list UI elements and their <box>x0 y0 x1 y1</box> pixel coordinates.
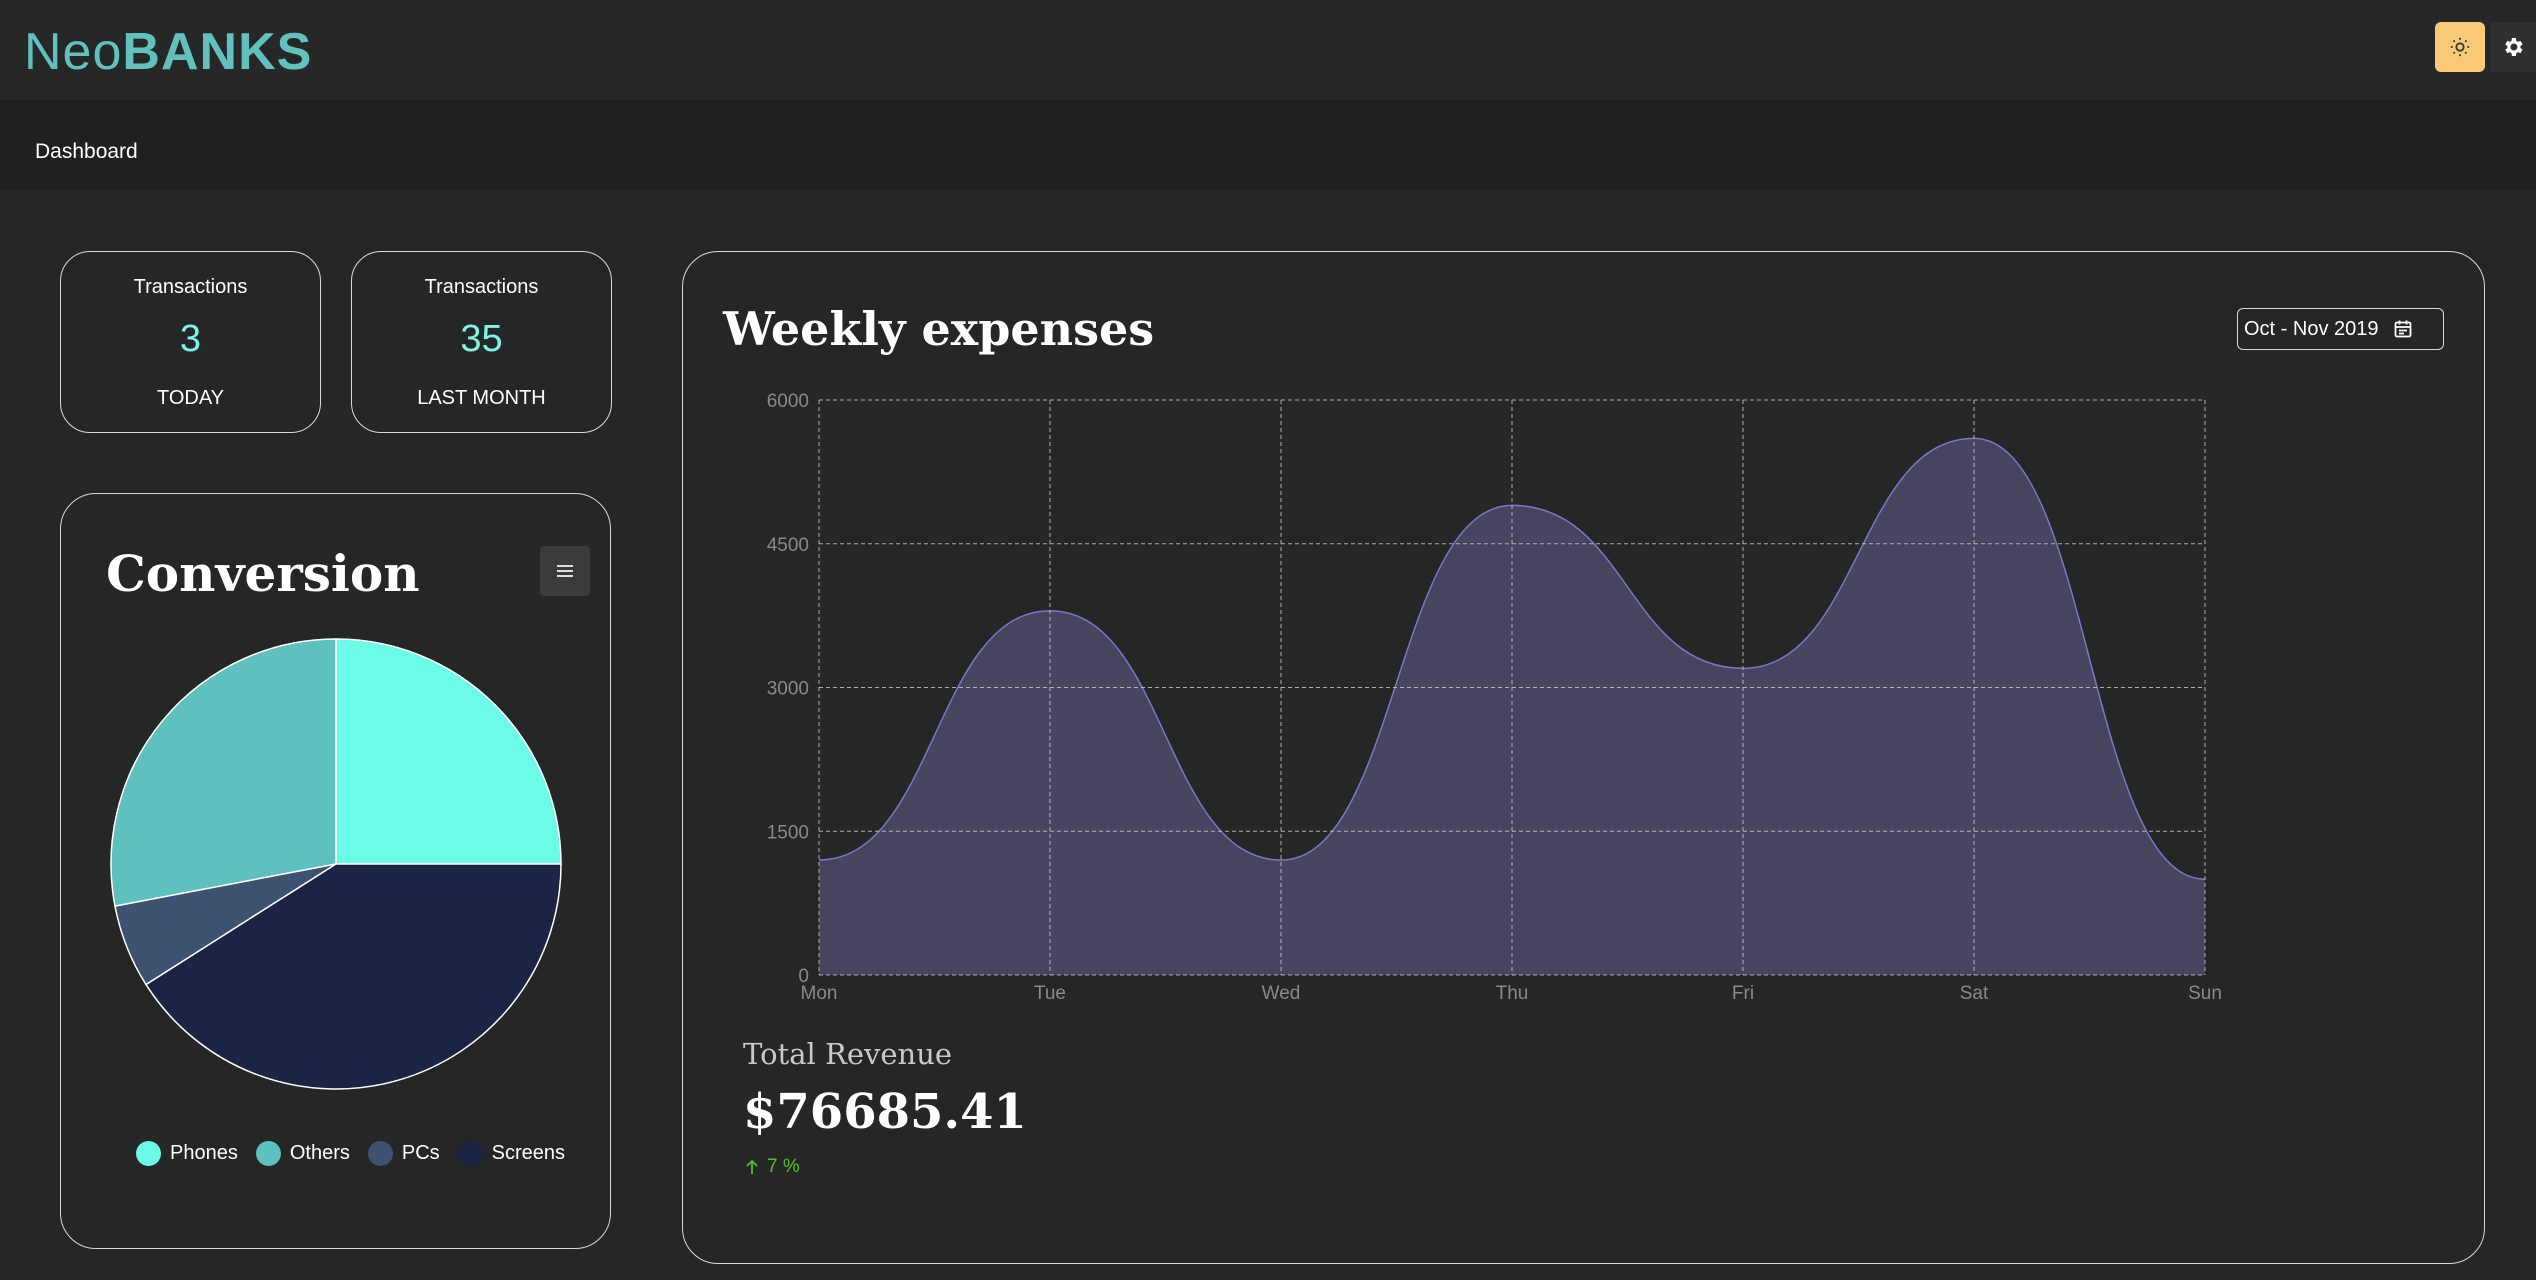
x-tick-label: Sat <box>1960 983 1989 1004</box>
top-bar: NeoBANKS <box>0 0 2536 100</box>
legend-item-screens[interactable]: Screens <box>457 1141 566 1166</box>
legend-label: Screens <box>491 1142 566 1164</box>
legend-item-pcs[interactable]: PCs <box>367 1141 440 1166</box>
legend-item-phones[interactable]: Phones <box>136 1141 238 1166</box>
logo-text-light: Neo <box>24 23 123 81</box>
gear-icon <box>2505 38 2523 56</box>
stat-card-last-month: Transactions 35 LAST MONTH <box>351 251 612 433</box>
legend-marker <box>457 1141 483 1166</box>
legend-marker <box>136 1141 161 1166</box>
theme-toggle-button[interactable] <box>2435 22 2485 72</box>
brand-logo[interactable]: NeoBANKS <box>24 22 312 82</box>
x-tick-label: Thu <box>1496 983 1529 1004</box>
legend-marker <box>255 1141 281 1166</box>
y-tick-label: 3000 <box>767 679 809 700</box>
weekly-expenses-card: Weekly expenses Oct - Nov 2019 0 1500 3000… <box>682 251 2485 1264</box>
y-tick-label: 4500 <box>767 535 809 556</box>
logo-text-bold: BANKS <box>122 23 313 81</box>
y-tick-label: 1500 <box>767 822 809 843</box>
conversion-card: Conversion Phones Others PCs Screens <box>60 493 611 1249</box>
revenue-change-value: 7 % <box>767 1156 800 1177</box>
pie-slice-others[interactable] <box>110 638 337 908</box>
stat-label: Transactions <box>424 276 539 298</box>
total-revenue-value: $76685.41 <box>743 1084 1027 1140</box>
x-tick-label: Wed <box>1262 983 1301 1004</box>
stat-label: Transactions <box>133 276 248 298</box>
revenue-change: 7 % <box>745 1156 800 1178</box>
stat-period: LAST MONTH <box>417 387 546 409</box>
arrow-up-icon <box>746 1159 758 1174</box>
stat-period: TODAY <box>156 387 225 409</box>
x-tick-label: Tue <box>1034 983 1066 1004</box>
y-tick-label: 6000 <box>767 391 809 412</box>
legend-item-others[interactable]: Others <box>255 1141 350 1166</box>
stat-value: 3 <box>179 318 202 360</box>
x-tick-label: Fri <box>1732 983 1754 1004</box>
legend-marker <box>367 1141 393 1166</box>
x-tick-label: Sun <box>2188 983 2222 1004</box>
breadcrumb-bar <box>0 100 2536 190</box>
hamburger-icon <box>557 565 573 577</box>
total-revenue-label: Total Revenue <box>743 1037 953 1071</box>
x-tick-label: Mon <box>801 983 838 1004</box>
area-fill <box>819 438 2205 975</box>
legend-label: Phones <box>170 1142 238 1164</box>
sun-icon <box>2450 37 2470 57</box>
conversion-pie-chart <box>110 638 562 1090</box>
stat-card-today: Transactions 3 TODAY <box>60 251 321 433</box>
weekly-expenses-chart: 01500300045006000Mon Tue Wed Thu Fri Sat Sun <box>767 391 2222 1004</box>
legend-label: PCs <box>401 1142 440 1164</box>
stat-value: 35 <box>460 318 503 360</box>
conversion-title: Conversion <box>106 544 420 603</box>
chart-menu-button[interactable] <box>540 546 590 596</box>
breadcrumb-dashboard[interactable]: Dashboard <box>35 140 138 164</box>
settings-button[interactable] <box>2490 22 2536 72</box>
legend-label: Others <box>289 1142 350 1164</box>
conversion-legend: Phones Others PCs Screens <box>136 1141 583 1166</box>
pie-slice-phones[interactable] <box>335 638 562 865</box>
